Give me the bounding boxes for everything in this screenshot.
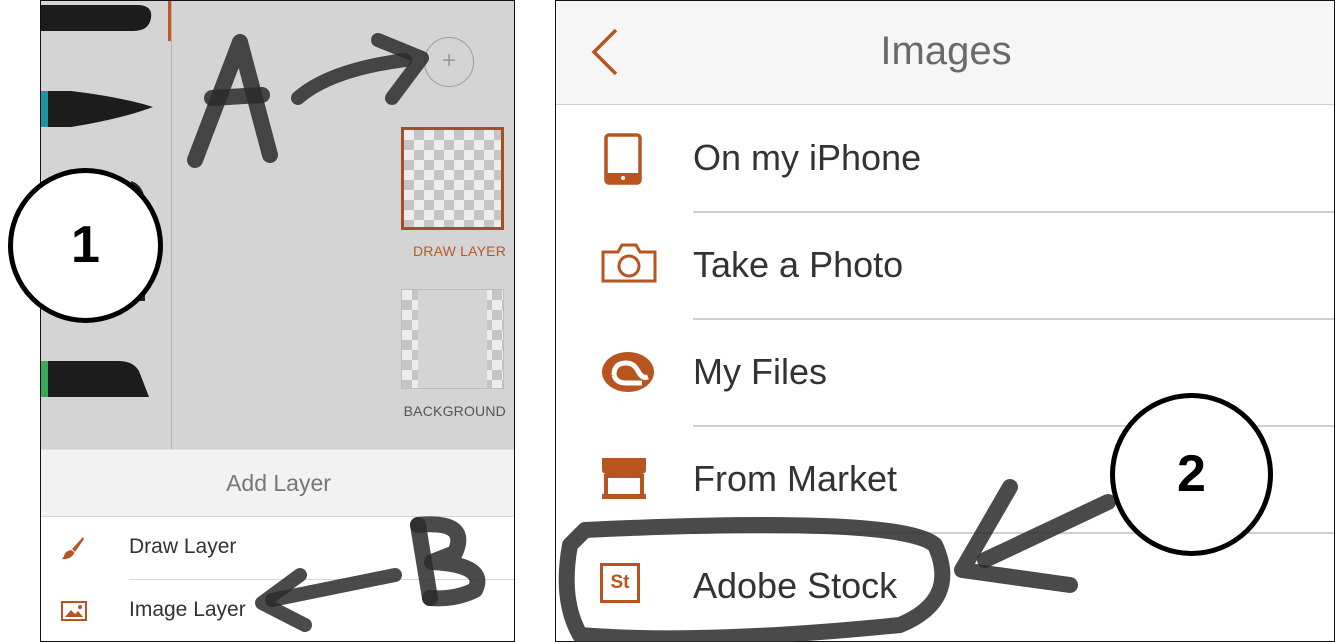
- background-layer-thumbnail[interactable]: [401, 289, 504, 389]
- row-label: Take a Photo: [693, 244, 904, 285]
- draw-layer-option[interactable]: Draw Layer: [41, 518, 514, 580]
- row-label: On my iPhone: [693, 137, 922, 178]
- draw-layer-label: DRAW LAYER: [412, 243, 506, 259]
- draw-layer-option-label: Draw Layer: [129, 535, 237, 558]
- image-layer-option[interactable]: Image Layer: [41, 581, 514, 641]
- row-label: From Market: [693, 458, 898, 499]
- image-layer-option-label: Image Layer: [129, 598, 246, 621]
- row-label: My Files: [693, 351, 827, 392]
- page-title: Images: [880, 29, 1012, 73]
- background-thumbnail-inner: [418, 290, 487, 388]
- brush-tool-marker[interactable]: [41, 3, 153, 33]
- row-label: Adobe Stock: [693, 565, 898, 606]
- background-layer-label: BACKGROUND: [403, 403, 506, 419]
- creative-cloud-icon: [600, 349, 656, 400]
- camera-icon: [600, 242, 658, 289]
- brush-icon: [61, 536, 85, 565]
- add-layer-button[interactable]: +: [424, 37, 474, 87]
- navigation-bar: Images: [556, 1, 1334, 105]
- brush-tool-pen[interactable]: [41, 89, 156, 129]
- sheet-divider: [129, 579, 514, 580]
- brush-tool-chisel[interactable]: [41, 357, 153, 401]
- adobe-stock-icon: St: [600, 563, 640, 603]
- add-layer-screen: + DRAW LAYER BACKGROUND Add Layer Draw L…: [40, 0, 515, 642]
- add-layer-sheet-title: Add Layer: [41, 449, 514, 517]
- source-on-my-iphone[interactable]: On my iPhone: [556, 105, 1334, 211]
- image-icon: [61, 601, 87, 626]
- callout-number-1: 1: [8, 168, 163, 323]
- tablet-icon: [604, 133, 642, 190]
- source-take-a-photo[interactable]: Take a Photo: [556, 212, 1334, 318]
- market-icon: [600, 456, 648, 505]
- callout-number-2: 2: [1110, 393, 1273, 556]
- rail-divider: [171, 1, 172, 449]
- draw-layer-thumbnail[interactable]: [401, 127, 504, 230]
